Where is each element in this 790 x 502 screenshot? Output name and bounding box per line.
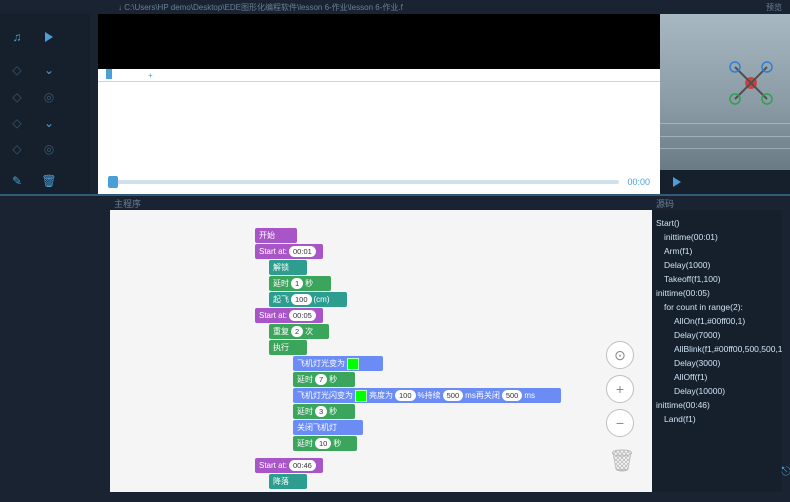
left-sidebar: ♫ ◇ ⌄ ◇ ◎ ◇ ⌄ ◇ ◎ ✎ 🗑: [0, 14, 90, 194]
right-edge: ⎋: [782, 196, 790, 492]
block-delay[interactable]: 延时10秒: [293, 436, 357, 451]
block-repeat[interactable]: 重复2次: [269, 324, 329, 339]
zoom-out-button[interactable]: −: [606, 409, 634, 437]
playback-bar: 00:00: [98, 170, 660, 194]
block-light-off[interactable]: 关闭飞机灯: [293, 420, 363, 435]
code-line: Delay(1000): [656, 258, 778, 272]
block-delay[interactable]: 延时3秒: [293, 404, 355, 419]
code-line: AllOn(f1,#00ff00,1): [656, 314, 778, 328]
preview-panel: [660, 14, 790, 194]
trash-icon[interactable]: 🗑: [42, 174, 56, 188]
workspace-title: 主程序: [114, 197, 141, 210]
eye-icon[interactable]: ◎: [42, 142, 56, 156]
block-light-blink[interactable]: 飞机灯光闪变为 亮度为100% 持续500ms 再关闭500ms: [293, 388, 561, 403]
code-line: AllBlink(f1,#00ff00,500,500,1): [656, 342, 778, 356]
title-bar: ↓ C:\Users\HP demo\Desktop\EDE图形化编程软件\le…: [0, 0, 790, 14]
zoom-reset-button[interactable]: ⊙: [606, 341, 634, 369]
zoom-in-button[interactable]: +: [606, 375, 634, 403]
code-line: Delay(3000): [656, 356, 778, 370]
code-line: Takeoff(f1,100): [656, 272, 778, 286]
code-line: inittime(00:46): [656, 398, 778, 412]
blocks-workspace[interactable]: 开始 Start at:00:01 解锁 延时1秒 起飞100(cm) Star…: [110, 210, 652, 492]
bulb-icon[interactable]: ◇: [10, 63, 24, 77]
timeline-panel: + 00:00: [98, 14, 660, 194]
code-line: Start(): [656, 216, 778, 230]
vertical-divider: [90, 14, 98, 194]
preview-play-icon[interactable]: [670, 175, 684, 189]
edit-icon[interactable]: ✎: [10, 174, 24, 188]
code-line: AllOff(f1): [656, 370, 778, 384]
music-icon[interactable]: ♫: [10, 30, 24, 44]
lower-left-gap: [0, 196, 110, 492]
bulb-icon[interactable]: ◇: [10, 90, 24, 104]
block-start-at[interactable]: Start at:00:05: [255, 308, 323, 323]
code-line: inittime(00:01): [656, 230, 778, 244]
block-land[interactable]: 降落: [269, 474, 307, 489]
code-line: inittime(00:05): [656, 286, 778, 300]
zoom-controls: ⊙ + −: [606, 341, 634, 437]
playback-slider[interactable]: [108, 180, 619, 184]
ruler-mark: +: [148, 71, 153, 80]
block-start[interactable]: 开始: [255, 228, 297, 243]
trash-icon[interactable]: 🗑: [608, 448, 634, 478]
code-panel: Start()inittime(00:01)Arm(f1)Delay(1000)…: [652, 210, 782, 492]
exit-icon[interactable]: ⎋: [781, 464, 790, 478]
code-line: Land(f1): [656, 412, 778, 426]
block-light-on[interactable]: 飞机灯光变为: [293, 356, 383, 371]
code-line: Delay(7000): [656, 328, 778, 342]
eye-icon[interactable]: ◎: [42, 90, 56, 104]
block-start-at[interactable]: Start at:00:46: [255, 458, 323, 473]
chevron-down-icon[interactable]: ⌄: [42, 63, 56, 77]
preview-3d[interactable]: [660, 14, 790, 170]
code-title: 源码: [656, 197, 674, 210]
block-unlock[interactable]: 解锁: [269, 260, 307, 275]
file-path: ↓ C:\Users\HP demo\Desktop\EDE图形化编程软件\le…: [118, 2, 766, 13]
timeline-body[interactable]: [98, 82, 660, 170]
chevron-down-icon[interactable]: ⌄: [42, 116, 56, 130]
block-delay[interactable]: 延时7秒: [293, 372, 355, 387]
bulb-icon[interactable]: ◇: [10, 116, 24, 130]
code-line: for count in range(2):: [656, 300, 778, 314]
code-line: Arm(f1): [656, 244, 778, 258]
ruler-handle[interactable]: [106, 69, 112, 79]
time-label: 00:00: [627, 177, 650, 187]
preview-label[interactable]: 预览: [766, 2, 782, 13]
block-exec[interactable]: 执行: [269, 340, 307, 355]
drone-icon: [727, 59, 775, 107]
block-delay[interactable]: 延时1秒: [269, 276, 331, 291]
bulb-icon[interactable]: ◇: [10, 142, 24, 156]
block-takeoff[interactable]: 起飞100(cm): [269, 292, 347, 307]
code-line: Delay(10000): [656, 384, 778, 398]
block-start-at[interactable]: Start at:00:01: [255, 244, 323, 259]
video-strip: [98, 14, 660, 69]
playback-knob[interactable]: [108, 176, 118, 188]
ruler[interactable]: +: [98, 69, 660, 82]
play-icon[interactable]: [42, 30, 56, 44]
